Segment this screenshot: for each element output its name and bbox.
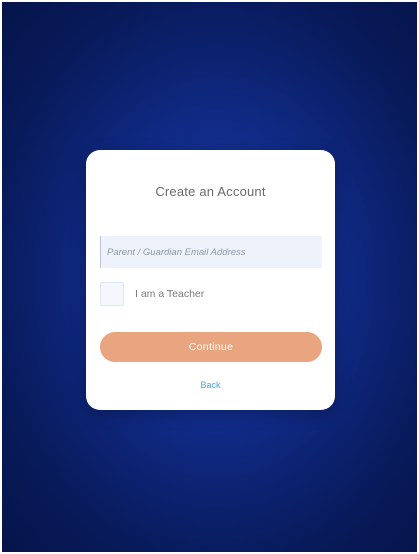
- teacher-checkbox-row: I am a Teacher: [100, 282, 204, 306]
- card-title: Create an Account: [155, 184, 266, 199]
- email-field[interactable]: [100, 236, 322, 268]
- teacher-checkbox-label: I am a Teacher: [135, 288, 205, 300]
- back-link[interactable]: Back: [86, 380, 335, 390]
- create-account-card: Create an Account I am a Teacher Continu…: [86, 150, 335, 410]
- teacher-checkbox[interactable]: [100, 282, 124, 306]
- continue-button[interactable]: Continue: [100, 332, 322, 362]
- app-background: Create an Account I am a Teacher Continu…: [2, 2, 417, 552]
